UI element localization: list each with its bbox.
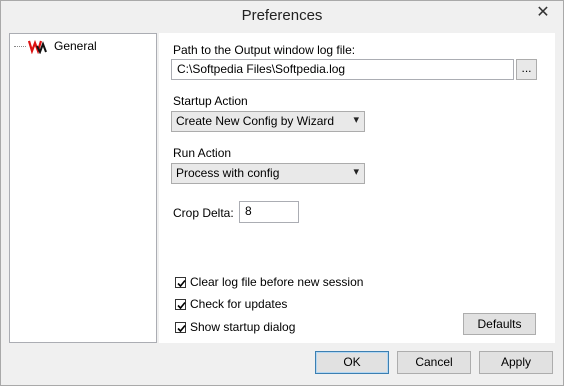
chevron-down-icon: ▾ — [353, 114, 359, 126]
chevron-down-icon: ▾ — [353, 166, 359, 178]
tree-connector — [14, 45, 26, 47]
run-action-select[interactable]: Process with config ▾ — [171, 163, 365, 184]
startup-action-value: Create New Config by Wizard — [176, 114, 335, 128]
tree-item-label: General — [54, 39, 97, 53]
settings-panel: Path to the Output window log file: C:\S… — [159, 33, 555, 343]
show-startup-label: Show startup dialog — [190, 320, 296, 334]
crop-delta-input[interactable]: 8 — [239, 201, 299, 223]
title-bar[interactable]: Preferences ✕ — [1, 1, 563, 31]
clear-log-label: Clear log file before new session — [190, 275, 364, 289]
app-logo-icon — [28, 39, 48, 54]
show-startup-checkbox[interactable] — [175, 321, 186, 333]
defaults-button[interactable]: Defaults — [463, 313, 536, 335]
checkmark-icon — [177, 279, 186, 287]
log-path-input[interactable]: C:\Softpedia Files\Softpedia.log — [171, 59, 514, 80]
crop-delta-label: Crop Delta: — [173, 206, 234, 220]
check-updates-checkbox-row[interactable]: Check for updates — [175, 297, 287, 311]
check-updates-checkbox[interactable] — [175, 298, 186, 310]
ok-button[interactable]: OK — [315, 351, 389, 374]
run-action-label: Run Action — [173, 146, 232, 160]
checkmark-icon — [177, 324, 186, 332]
apply-button[interactable]: Apply — [479, 351, 553, 374]
show-startup-checkbox-row[interactable]: Show startup dialog — [175, 320, 295, 334]
check-updates-label: Check for updates — [190, 297, 288, 311]
window-title: Preferences — [241, 7, 323, 24]
tree-item-general[interactable]: General — [14, 37, 99, 55]
log-path-label: Path to the Output window log file: — [173, 43, 356, 57]
category-tree[interactable]: General — [9, 33, 157, 343]
clear-log-checkbox-row[interactable]: Clear log file before new session — [175, 275, 363, 289]
browse-button[interactable]: ... — [516, 59, 537, 80]
cancel-button[interactable]: Cancel — [397, 351, 471, 374]
startup-action-label: Startup Action — [173, 94, 248, 108]
run-action-value: Process with config — [176, 166, 280, 180]
clear-log-checkbox[interactable] — [175, 276, 186, 288]
checkmark-icon — [177, 301, 186, 309]
startup-action-select[interactable]: Create New Config by Wizard ▾ — [171, 111, 365, 132]
preferences-window: Preferences ✕ General Path to the Output… — [0, 0, 564, 386]
close-button[interactable]: ✕ — [533, 4, 553, 22]
